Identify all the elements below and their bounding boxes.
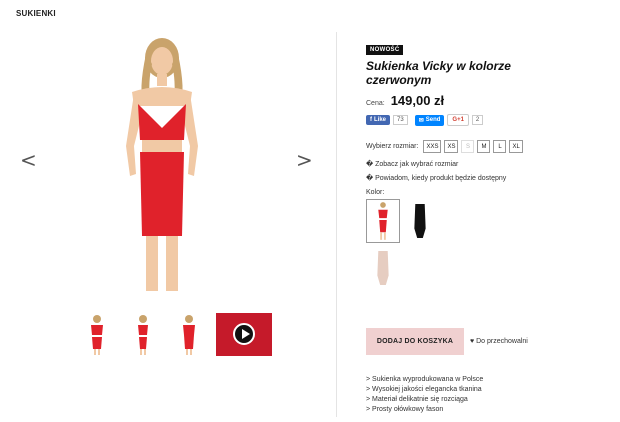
gallery-prev-arrow[interactable]: < xyxy=(20,150,37,170)
new-badge: NOWOŚĆ xyxy=(366,45,404,55)
gallery-next-arrow[interactable]: > xyxy=(296,150,313,170)
page-title: SUKIENKI xyxy=(16,9,56,18)
wishlist-link[interactable]: ♥ Do przechowalni xyxy=(470,338,528,345)
thumbnail-video[interactable] xyxy=(216,313,272,356)
facebook-icon: f xyxy=(370,117,372,123)
facebook-like-button[interactable]: f Like xyxy=(366,115,391,125)
color-swatch-black[interactable] xyxy=(403,199,437,243)
color-label: Kolor: xyxy=(366,189,385,196)
size-option-xxs[interactable]: XXS xyxy=(423,140,442,153)
size-option-xl[interactable]: XL xyxy=(509,140,523,153)
messenger-icon: ✉ xyxy=(418,117,424,124)
messenger-send-button[interactable]: ✉ Send xyxy=(414,114,445,126)
feature-item: > Sukienka wyprodukowana w Polsce xyxy=(366,376,484,383)
size-selector: Wybierz rozmiar: XXS XS S M L XL xyxy=(366,140,526,153)
color-swatch-beige[interactable] xyxy=(366,246,400,290)
cart-row: DODAJ DO KOSZYKA ♥ Do przechowalni xyxy=(366,328,528,355)
price-row: Cena: 149,00 zł xyxy=(366,93,606,108)
google-plus-count: 2 xyxy=(471,115,484,125)
size-option-s: S xyxy=(461,140,475,153)
thumbnail-side[interactable] xyxy=(124,313,162,356)
size-option-m[interactable]: M xyxy=(477,140,491,153)
column-divider xyxy=(336,32,337,417)
feature-item: > Materiał delikatnie się rozciąga xyxy=(366,396,468,403)
size-label: Wybierz rozmiar: xyxy=(366,143,419,150)
color-swatch-red[interactable] xyxy=(366,199,400,243)
size-guide-link[interactable]: � Zobacz jak wybrać rozmiar xyxy=(366,160,606,168)
size-option-l[interactable]: L xyxy=(493,140,507,153)
add-to-cart-button[interactable]: DODAJ DO KOSZYKA xyxy=(366,328,464,355)
product-name: Sukienka Vicky w kolorze czerwonym xyxy=(366,59,511,87)
play-icon[interactable] xyxy=(233,323,255,345)
feature-item: > Prosty ołówkowy fason xyxy=(366,406,444,413)
feature-item: > Wysokiej jakości elegancka tkanina xyxy=(366,386,482,393)
facebook-like-count: 73 xyxy=(393,115,408,125)
thumbnail-back[interactable] xyxy=(170,313,208,356)
product-details: NOWOŚĆ Sukienka Vicky w kolorze czerwony… xyxy=(366,38,606,290)
product-price: 149,00 zł xyxy=(390,93,445,108)
google-plus-button[interactable]: G+1 xyxy=(447,114,469,126)
size-option-xs[interactable]: XS xyxy=(444,140,459,153)
thumbnail-strip xyxy=(78,313,272,356)
notify-availability-link[interactable]: � Powiadom, kiedy produkt będzie dostępn… xyxy=(366,174,606,182)
thumbnail-front[interactable] xyxy=(78,313,116,356)
feature-list: > Sukienka wyprodukowana w Polsce > Wyso… xyxy=(366,375,483,415)
main-product-photo xyxy=(126,38,198,291)
social-buttons: f Like 73 ✉ Send G+1 2 xyxy=(366,114,606,126)
price-label: Cena: xyxy=(366,100,385,107)
color-swatches xyxy=(366,199,446,290)
